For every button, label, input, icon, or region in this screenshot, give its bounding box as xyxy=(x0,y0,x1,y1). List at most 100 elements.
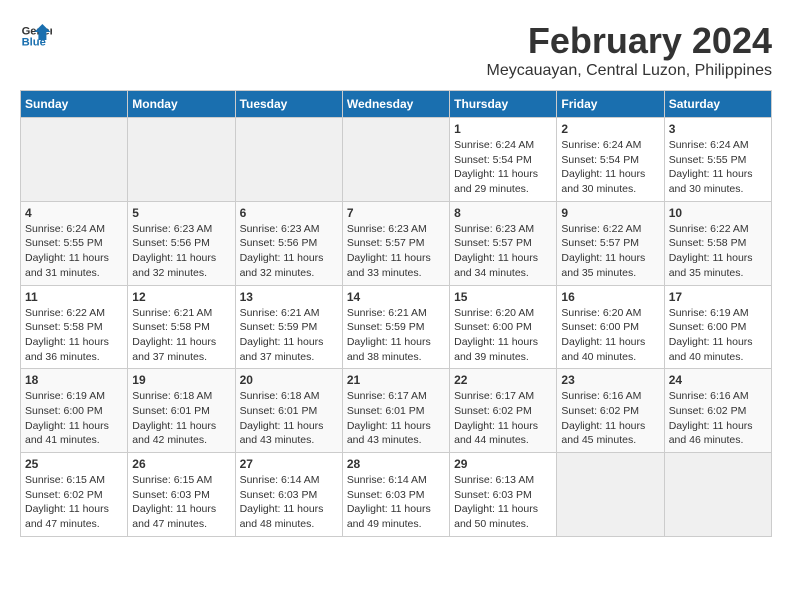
calendar-header: SundayMondayTuesdayWednesdayThursdayFrid… xyxy=(21,91,772,118)
day-info: Sunrise: 6:21 AM Sunset: 5:58 PM Dayligh… xyxy=(132,306,230,365)
title-area: February 2024 Meycauayan, Central Luzon,… xyxy=(487,20,773,80)
main-title: February 2024 xyxy=(487,20,773,62)
calendar-cell: 4 Sunrise: 6:24 AM Sunset: 5:55 PM Daylig… xyxy=(21,201,128,285)
calendar-cell: 6 Sunrise: 6:23 AM Sunset: 5:56 PM Daylig… xyxy=(235,201,342,285)
day-info: Sunrise: 6:24 AM Sunset: 5:54 PM Dayligh… xyxy=(454,138,552,197)
header: General Blue February 2024 Meycauayan, C… xyxy=(20,20,772,80)
day-info: Sunrise: 6:24 AM Sunset: 5:54 PM Dayligh… xyxy=(561,138,659,197)
day-number: 23 xyxy=(561,373,659,387)
calendar-cell: 5 Sunrise: 6:23 AM Sunset: 5:56 PM Daylig… xyxy=(128,201,235,285)
calendar-header-sunday: Sunday xyxy=(21,91,128,118)
day-info: Sunrise: 6:23 AM Sunset: 5:56 PM Dayligh… xyxy=(132,222,230,281)
calendar-cell: 3 Sunrise: 6:24 AM Sunset: 5:55 PM Daylig… xyxy=(664,118,771,202)
logo: General Blue xyxy=(20,20,52,52)
calendar-cell: 17Sunrise: 6:19 AM Sunset: 6:00 PM Dayli… xyxy=(664,285,771,369)
day-number: 16 xyxy=(561,290,659,304)
subtitle: Meycauayan, Central Luzon, Philippines xyxy=(487,62,773,80)
day-info: Sunrise: 6:20 AM Sunset: 6:00 PM Dayligh… xyxy=(454,306,552,365)
calendar-cell: 10 Sunrise: 6:22 AM Sunset: 5:58 PM Dayli… xyxy=(664,201,771,285)
day-number: 5 xyxy=(132,206,230,220)
day-number: 20 xyxy=(240,373,338,387)
day-info: Sunrise: 6:17 AM Sunset: 6:02 PM Dayligh… xyxy=(454,389,552,448)
day-number: 6 xyxy=(240,206,338,220)
day-number: 10 xyxy=(669,206,767,220)
day-info: Sunrise: 6:15 AM Sunset: 6:03 PM Dayligh… xyxy=(132,473,230,532)
calendar-cell: 19Sunrise: 6:18 AM Sunset: 6:01 PM Dayli… xyxy=(128,369,235,453)
day-number: 8 xyxy=(454,206,552,220)
calendar-cell: 25Sunrise: 6:15 AM Sunset: 6:02 PM Dayli… xyxy=(21,453,128,537)
day-number: 15 xyxy=(454,290,552,304)
day-number: 26 xyxy=(132,457,230,471)
calendar-cell xyxy=(342,118,449,202)
calendar-cell: 27 Sunrise: 6:14 AM Sunset: 6:03 PM Dayli… xyxy=(235,453,342,537)
calendar-cell: 1 Sunrise: 6:24 AM Sunset: 5:54 PM Daylig… xyxy=(450,118,557,202)
day-number: 9 xyxy=(561,206,659,220)
calendar-cell: 18 Sunrise: 6:19 AM Sunset: 6:00 PM Dayli… xyxy=(21,369,128,453)
calendar-cell: 11Sunrise: 6:22 AM Sunset: 5:58 PM Dayli… xyxy=(21,285,128,369)
day-info: Sunrise: 6:18 AM Sunset: 6:01 PM Dayligh… xyxy=(240,389,338,448)
day-info: Sunrise: 6:23 AM Sunset: 5:57 PM Dayligh… xyxy=(347,222,445,281)
day-info: Sunrise: 6:17 AM Sunset: 6:01 PM Dayligh… xyxy=(347,389,445,448)
day-number: 1 xyxy=(454,122,552,136)
logo-icon: General Blue xyxy=(20,20,52,52)
week-row-5: 25Sunrise: 6:15 AM Sunset: 6:02 PM Dayli… xyxy=(21,453,772,537)
day-info: Sunrise: 6:14 AM Sunset: 6:03 PM Dayligh… xyxy=(240,473,338,532)
calendar-cell: 20 Sunrise: 6:18 AM Sunset: 6:01 PM Dayli… xyxy=(235,369,342,453)
day-info: Sunrise: 6:20 AM Sunset: 6:00 PM Dayligh… xyxy=(561,306,659,365)
day-info: Sunrise: 6:22 AM Sunset: 5:58 PM Dayligh… xyxy=(25,306,123,365)
day-info: Sunrise: 6:24 AM Sunset: 5:55 PM Dayligh… xyxy=(669,138,767,197)
day-number: 4 xyxy=(25,206,123,220)
day-info: Sunrise: 6:23 AM Sunset: 5:56 PM Dayligh… xyxy=(240,222,338,281)
day-info: Sunrise: 6:14 AM Sunset: 6:03 PM Dayligh… xyxy=(347,473,445,532)
day-info: Sunrise: 6:13 AM Sunset: 6:03 PM Dayligh… xyxy=(454,473,552,532)
day-number: 27 xyxy=(240,457,338,471)
day-number: 24 xyxy=(669,373,767,387)
day-number: 13 xyxy=(240,290,338,304)
day-number: 28 xyxy=(347,457,445,471)
calendar-cell: 29 Sunrise: 6:13 AM Sunset: 6:03 PM Dayli… xyxy=(450,453,557,537)
calendar-cell: 14 Sunrise: 6:21 AM Sunset: 5:59 PM Dayli… xyxy=(342,285,449,369)
week-row-2: 4 Sunrise: 6:24 AM Sunset: 5:55 PM Daylig… xyxy=(21,201,772,285)
calendar-cell: 7 Sunrise: 6:23 AM Sunset: 5:57 PM Daylig… xyxy=(342,201,449,285)
calendar-table: SundayMondayTuesdayWednesdayThursdayFrid… xyxy=(20,90,772,537)
calendar-cell xyxy=(235,118,342,202)
calendar-header-saturday: Saturday xyxy=(664,91,771,118)
calendar-cell: 13Sunrise: 6:21 AM Sunset: 5:59 PM Dayli… xyxy=(235,285,342,369)
day-number: 3 xyxy=(669,122,767,136)
day-number: 29 xyxy=(454,457,552,471)
calendar-header-monday: Monday xyxy=(128,91,235,118)
day-info: Sunrise: 6:24 AM Sunset: 5:55 PM Dayligh… xyxy=(25,222,123,281)
day-info: Sunrise: 6:15 AM Sunset: 6:02 PM Dayligh… xyxy=(25,473,123,532)
calendar-cell xyxy=(128,118,235,202)
day-number: 18 xyxy=(25,373,123,387)
calendar-cell: 22Sunrise: 6:17 AM Sunset: 6:02 PM Dayli… xyxy=(450,369,557,453)
calendar-cell: 2 Sunrise: 6:24 AM Sunset: 5:54 PM Daylig… xyxy=(557,118,664,202)
week-row-1: 1 Sunrise: 6:24 AM Sunset: 5:54 PM Daylig… xyxy=(21,118,772,202)
day-info: Sunrise: 6:16 AM Sunset: 6:02 PM Dayligh… xyxy=(669,389,767,448)
day-info: Sunrise: 6:19 AM Sunset: 6:00 PM Dayligh… xyxy=(25,389,123,448)
calendar-header-wednesday: Wednesday xyxy=(342,91,449,118)
day-info: Sunrise: 6:21 AM Sunset: 5:59 PM Dayligh… xyxy=(347,306,445,365)
calendar-cell xyxy=(664,453,771,537)
calendar-cell xyxy=(21,118,128,202)
week-row-3: 11Sunrise: 6:22 AM Sunset: 5:58 PM Dayli… xyxy=(21,285,772,369)
calendar-header-thursday: Thursday xyxy=(450,91,557,118)
calendar-cell: 28 Sunrise: 6:14 AM Sunset: 6:03 PM Dayli… xyxy=(342,453,449,537)
day-number: 21 xyxy=(347,373,445,387)
calendar-cell: 26 Sunrise: 6:15 AM Sunset: 6:03 PM Dayli… xyxy=(128,453,235,537)
day-number: 7 xyxy=(347,206,445,220)
calendar-cell xyxy=(557,453,664,537)
day-number: 14 xyxy=(347,290,445,304)
calendar-cell: 8 Sunrise: 6:23 AM Sunset: 5:57 PM Daylig… xyxy=(450,201,557,285)
day-number: 2 xyxy=(561,122,659,136)
calendar-cell: 15 Sunrise: 6:20 AM Sunset: 6:00 PM Dayli… xyxy=(450,285,557,369)
day-info: Sunrise: 6:22 AM Sunset: 5:57 PM Dayligh… xyxy=(561,222,659,281)
day-number: 12 xyxy=(132,290,230,304)
day-info: Sunrise: 6:22 AM Sunset: 5:58 PM Dayligh… xyxy=(669,222,767,281)
calendar-header-tuesday: Tuesday xyxy=(235,91,342,118)
day-info: Sunrise: 6:18 AM Sunset: 6:01 PM Dayligh… xyxy=(132,389,230,448)
calendar-cell: 21 Sunrise: 6:17 AM Sunset: 6:01 PM Dayli… xyxy=(342,369,449,453)
day-number: 17 xyxy=(669,290,767,304)
day-info: Sunrise: 6:23 AM Sunset: 5:57 PM Dayligh… xyxy=(454,222,552,281)
calendar-cell: 24 Sunrise: 6:16 AM Sunset: 6:02 PM Dayli… xyxy=(664,369,771,453)
